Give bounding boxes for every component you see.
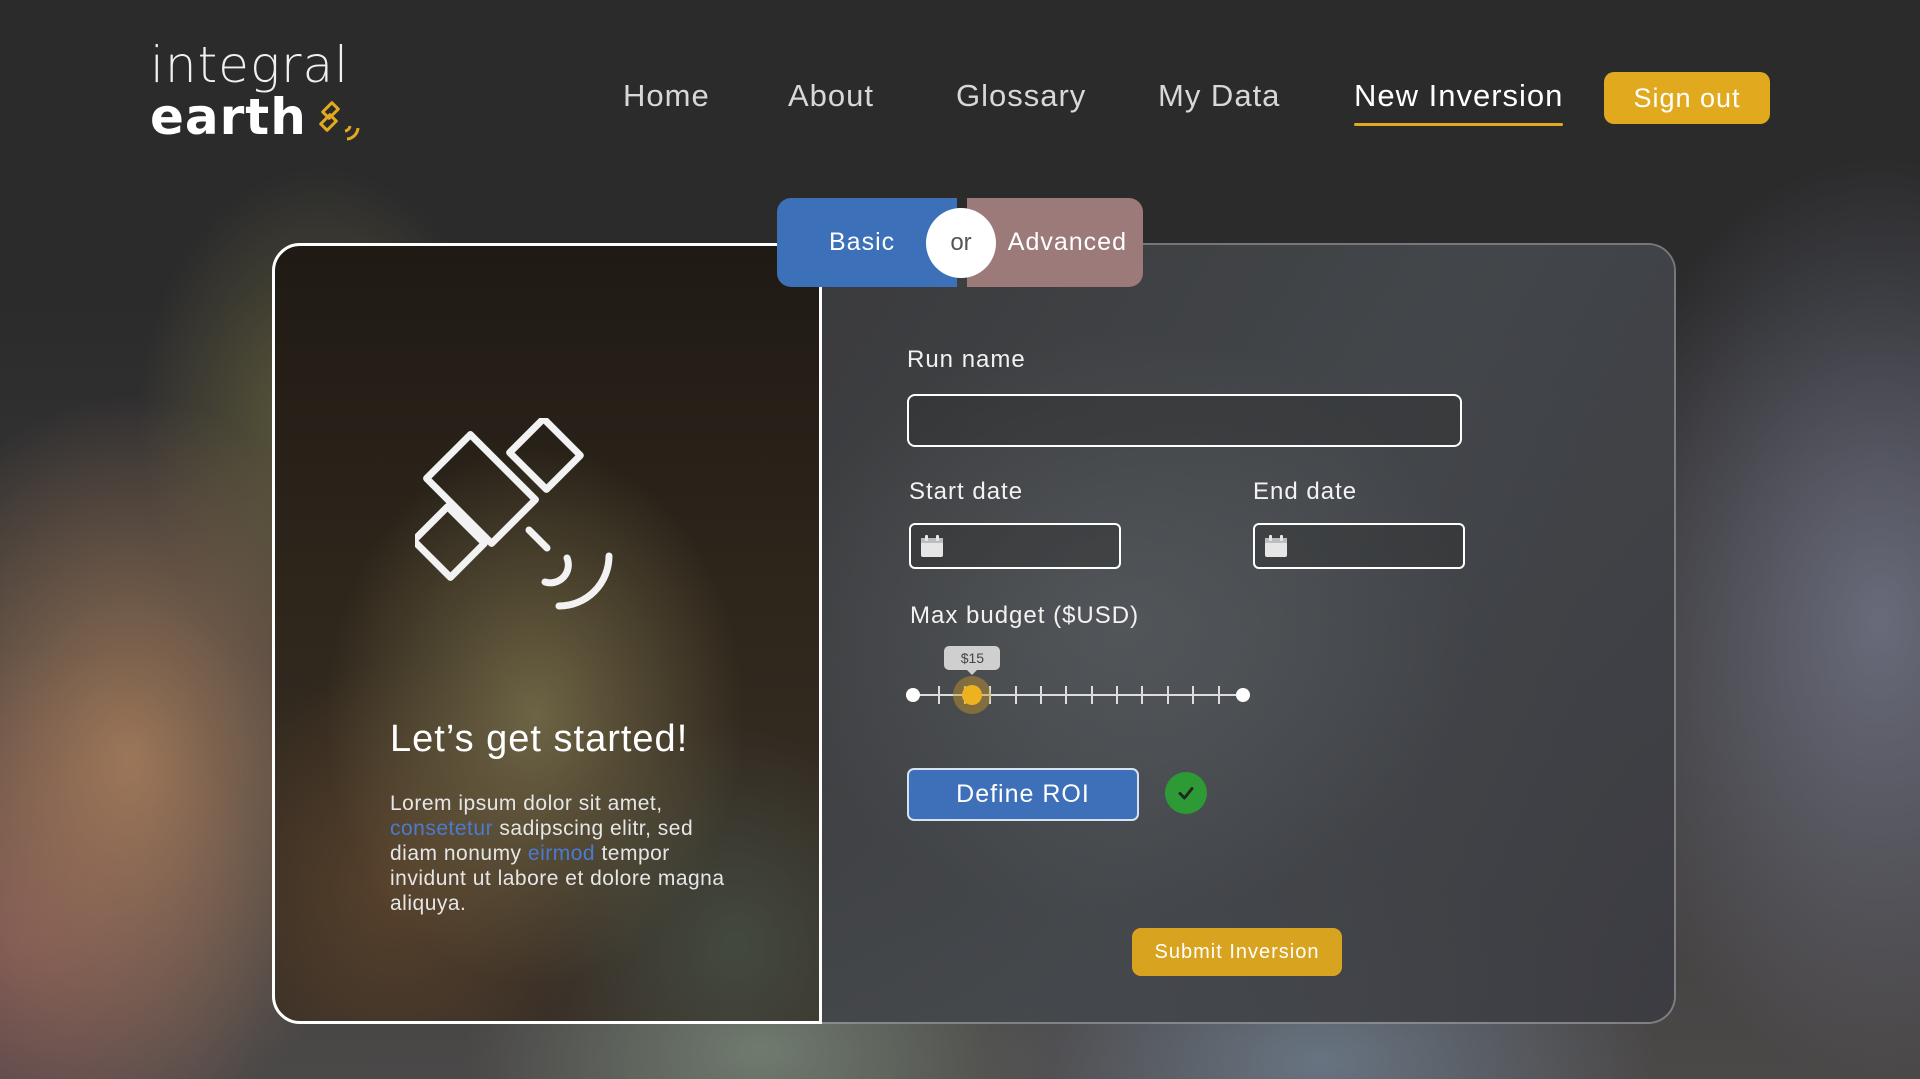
slider-min-dot <box>906 688 920 702</box>
main-nav: Home About Glossary My Data New Inversio… <box>0 72 1920 126</box>
start-date-field[interactable] <box>909 523 1184 569</box>
nav-my-data[interactable]: My Data <box>1158 78 1280 114</box>
intro-heading: Let’s get started! <box>390 718 689 760</box>
nav-glossary[interactable]: Glossary <box>956 78 1086 114</box>
define-roi-button[interactable]: Define ROI <box>907 768 1139 821</box>
run-name-label: Run name <box>907 346 1026 373</box>
mode-or-separator: or <box>926 208 996 278</box>
budget-slider[interactable]: $15 <box>903 640 1253 740</box>
nav-home[interactable]: Home <box>623 78 710 114</box>
intro-link[interactable]: eirmod <box>528 842 595 865</box>
satellite-icon <box>410 415 645 652</box>
end-date-field[interactable] <box>1253 523 1528 569</box>
end-date-label: End date <box>1253 478 1358 505</box>
slider-max-dot <box>1236 688 1250 702</box>
mode-toggle: Basic Advanced or <box>777 198 1143 287</box>
run-name-input[interactable] <box>907 394 1462 447</box>
calendar-icon[interactable] <box>920 534 944 558</box>
intro-panel: Let’s get started! Lorem ipsum dolor sit… <box>272 243 822 1024</box>
start-date-label: Start date <box>909 478 1024 505</box>
budget-label: Max budget ($USD) <box>910 602 1140 629</box>
start-date-input[interactable] <box>944 525 1184 567</box>
slider-value-tooltip: $15 <box>944 646 1001 675</box>
calendar-icon[interactable] <box>1264 534 1288 558</box>
sign-out-button[interactable]: Sign out <box>1604 72 1770 124</box>
end-date-input[interactable] <box>1288 525 1528 567</box>
intro-text: Lorem ipsum dolor sit amet, consetetur s… <box>390 791 730 916</box>
check-icon <box>1165 772 1207 814</box>
nav-about[interactable]: About <box>788 78 874 114</box>
nav-new-inversion[interactable]: New Inversion <box>1354 78 1564 126</box>
intro-link[interactable]: consetetur <box>390 817 493 840</box>
submit-inversion-button[interactable]: Submit Inversion <box>1132 928 1342 976</box>
intro-text-part: Lorem ipsum dolor sit amet, <box>390 792 663 815</box>
